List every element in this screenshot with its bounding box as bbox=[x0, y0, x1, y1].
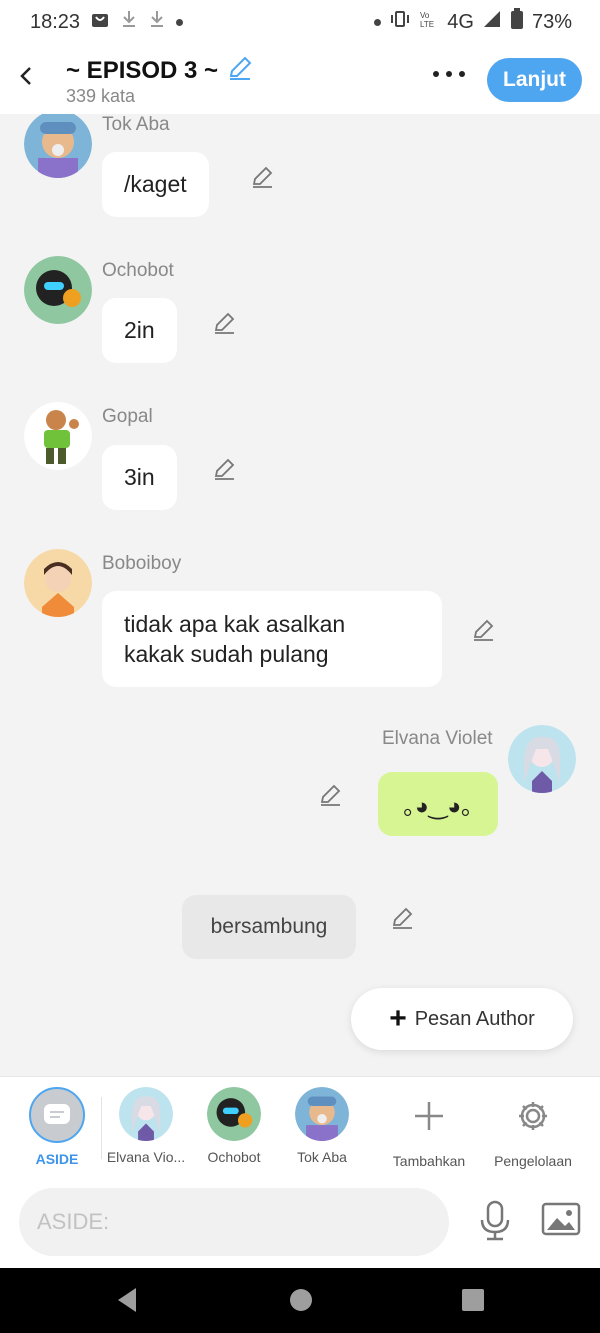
aside-bubble[interactable]: bersambung bbox=[182, 895, 356, 959]
pencil-icon bbox=[214, 312, 235, 334]
character-ochobot[interactable]: Ochobot bbox=[200, 1087, 268, 1165]
pencil-icon bbox=[252, 166, 273, 188]
word-count: 339 kata bbox=[66, 86, 136, 106]
divider bbox=[101, 1097, 102, 1159]
avatar[interactable] bbox=[24, 256, 92, 324]
notification-dot-icon bbox=[374, 18, 382, 26]
microphone-icon bbox=[480, 1200, 510, 1241]
signal-icon bbox=[482, 9, 502, 35]
character-bar: ASIDE Elvana Vio... Ochobot Tok Aba Tamb… bbox=[0, 1076, 600, 1178]
microphone-button[interactable] bbox=[478, 1200, 512, 1247]
circle-home-icon bbox=[290, 1289, 312, 1311]
gear-icon bbox=[488, 1091, 578, 1141]
edit-message-button[interactable] bbox=[212, 310, 238, 336]
more-dots-icon bbox=[433, 71, 465, 77]
vibrate-icon bbox=[389, 9, 411, 35]
shopping-bag-icon bbox=[90, 9, 110, 35]
chevron-left-icon bbox=[20, 67, 31, 85]
add-character-button[interactable]: Tambahkan bbox=[388, 1091, 470, 1169]
plus-icon bbox=[388, 1091, 470, 1141]
message-line: tidak apa kak asalkan bbox=[124, 611, 346, 637]
edit-message-button[interactable] bbox=[250, 164, 276, 190]
sender-name: Boboiboy bbox=[102, 553, 182, 574]
episode-title: ~ EPISOD 3 ~ bbox=[66, 56, 219, 84]
volte-icon: Vo LTE bbox=[419, 9, 439, 35]
character-label: Ochobot bbox=[207, 1149, 261, 1165]
triangle-back-icon bbox=[118, 1288, 136, 1312]
nav-home-button[interactable] bbox=[288, 1286, 314, 1319]
input-bar bbox=[0, 1178, 600, 1268]
character-aside[interactable]: ASIDE bbox=[27, 1087, 87, 1167]
status-time: 18:23 bbox=[30, 10, 81, 33]
message-input[interactable] bbox=[19, 1188, 449, 1256]
sender-name: Elvana Violet bbox=[382, 728, 493, 749]
sender-name: Tok Aba bbox=[102, 114, 170, 135]
next-button[interactable]: Lanjut bbox=[487, 58, 582, 102]
edit-title-button[interactable] bbox=[226, 54, 254, 87]
manage-button[interactable]: Pengelolaan bbox=[488, 1091, 578, 1169]
notification-dot-icon bbox=[176, 18, 184, 26]
character-label: Tok Aba bbox=[297, 1149, 347, 1165]
message-bubble[interactable]: ｡◕‿◕｡ bbox=[378, 772, 498, 836]
message-bubble[interactable]: tidak apa kak asalkan kakak sudah pulang bbox=[102, 591, 442, 687]
edit-message-button[interactable] bbox=[212, 456, 238, 482]
character-label: Elvana Vio... bbox=[106, 1149, 186, 1165]
battery-icon bbox=[510, 8, 524, 36]
character-label: ASIDE bbox=[35, 1151, 79, 1167]
avatar bbox=[295, 1087, 349, 1141]
nav-recents-button[interactable] bbox=[460, 1286, 486, 1319]
character-tok-aba[interactable]: Tok Aba bbox=[288, 1087, 356, 1165]
navigation-bar bbox=[0, 1268, 600, 1333]
pencil-icon bbox=[214, 458, 235, 480]
author-message-label: Pesan Author bbox=[414, 1007, 535, 1030]
pencil-icon bbox=[473, 619, 494, 641]
edit-message-button[interactable] bbox=[390, 905, 416, 931]
character-label: Tambahkan bbox=[392, 1153, 466, 1169]
avatar bbox=[119, 1087, 173, 1141]
message-bubble[interactable]: 2in bbox=[102, 298, 177, 363]
character-label: Pengelolaan bbox=[494, 1153, 572, 1169]
avatar[interactable] bbox=[24, 114, 92, 178]
download-icon bbox=[148, 9, 166, 35]
edit-message-button[interactable] bbox=[318, 782, 344, 808]
author-message-button[interactable]: + Pesan Author bbox=[351, 988, 573, 1050]
pencil-icon bbox=[320, 784, 341, 806]
network-type: 4G bbox=[447, 10, 474, 33]
avatar[interactable] bbox=[508, 725, 576, 793]
battery-percent: 73% bbox=[531, 10, 572, 33]
status-bar: 18:23 Vo LTE 4G 73% bbox=[0, 0, 600, 44]
back-button[interactable] bbox=[14, 58, 42, 94]
image-button[interactable] bbox=[541, 1202, 581, 1243]
avatar[interactable] bbox=[24, 402, 92, 470]
more-options-button[interactable] bbox=[432, 60, 466, 93]
avatar bbox=[207, 1087, 261, 1141]
image-icon bbox=[541, 1202, 581, 1236]
sender-name: Ochobot bbox=[102, 260, 174, 281]
svg-text:Vo: Vo bbox=[420, 11, 430, 20]
avatar[interactable] bbox=[24, 549, 92, 617]
character-elvana[interactable]: Elvana Vio... bbox=[106, 1087, 186, 1165]
edit-message-button[interactable] bbox=[471, 617, 497, 643]
pencil-icon bbox=[392, 907, 413, 929]
svg-text:LTE: LTE bbox=[420, 20, 434, 29]
square-recents-icon bbox=[462, 1289, 484, 1311]
chat-area[interactable]: Tok Aba /kaget Ochobot 2in Gopal 3in Bob… bbox=[0, 114, 600, 1076]
message-bubble[interactable]: /kaget bbox=[102, 152, 209, 217]
nav-back-button[interactable] bbox=[114, 1286, 140, 1319]
download-icon bbox=[120, 9, 138, 35]
sender-name: Gopal bbox=[102, 406, 153, 427]
aside-icon bbox=[29, 1087, 85, 1143]
episode-header: ~ EPISOD 3 ~ 339 kata Lanjut bbox=[0, 44, 600, 114]
message-line: kakak sudah pulang bbox=[124, 641, 329, 667]
plus-icon: + bbox=[389, 1002, 407, 1035]
pencil-icon bbox=[229, 56, 252, 80]
message-bubble[interactable]: 3in bbox=[102, 445, 177, 510]
